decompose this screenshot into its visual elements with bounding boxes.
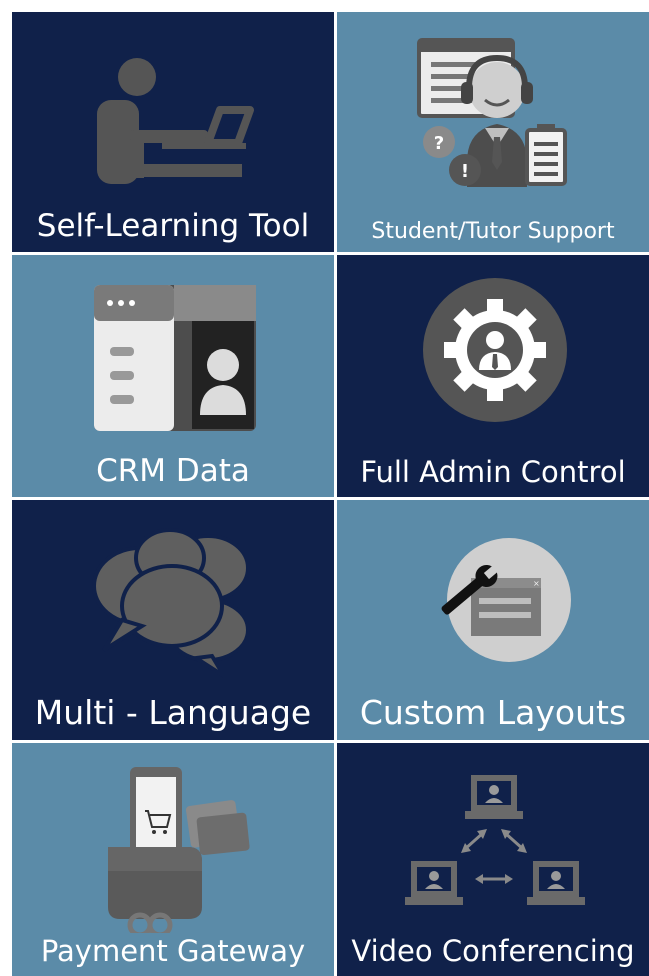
tile-label: Video Conferencing [351,934,635,968]
tile-video-conferencing[interactable]: Video Conferencing [337,743,649,976]
support-agent-icon: ? ! [417,38,567,187]
tile-label: Student/Tutor Support [371,219,615,244]
tile-crm-data[interactable]: CRM Data [12,255,334,497]
svg-text:×: × [533,579,540,588]
person-at-laptop-icon [97,58,254,184]
tile-self-learning-tool[interactable]: Self-Learning Tool [12,12,334,252]
wallet-phone-cart-icon [108,767,250,933]
tile-label: Self-Learning Tool [36,208,310,244]
tile-custom-layouts[interactable]: × Custom Layouts [337,500,649,740]
tile-payment-gateway[interactable]: Payment Gateway [12,743,334,976]
tile-label: Payment Gateway [40,934,306,968]
feature-grid: Self-Learning Tool ? ! Student/Tutor Sup… [12,12,649,976]
tile-student-tutor-support[interactable]: ? ! Student/Tutor Support [337,12,649,252]
video-network-icon [405,775,585,905]
tile-label: CRM Data [96,453,250,489]
wrench-layout-icon: × [441,538,571,662]
speech-bubbles-icon [92,528,250,678]
svg-text:?: ? [434,133,444,154]
tile-label: Multi - Language [34,693,312,732]
contact-card-icon [94,285,256,431]
tile-label: Full Admin Control [360,455,626,489]
svg-text:!: ! [461,161,469,182]
tile-full-admin-control[interactable]: Full Admin Control [337,255,649,497]
admin-gear-icon [423,278,567,422]
tile-label: Custom Layouts [359,693,627,732]
tile-multi-language[interactable]: Multi - Language [12,500,334,740]
